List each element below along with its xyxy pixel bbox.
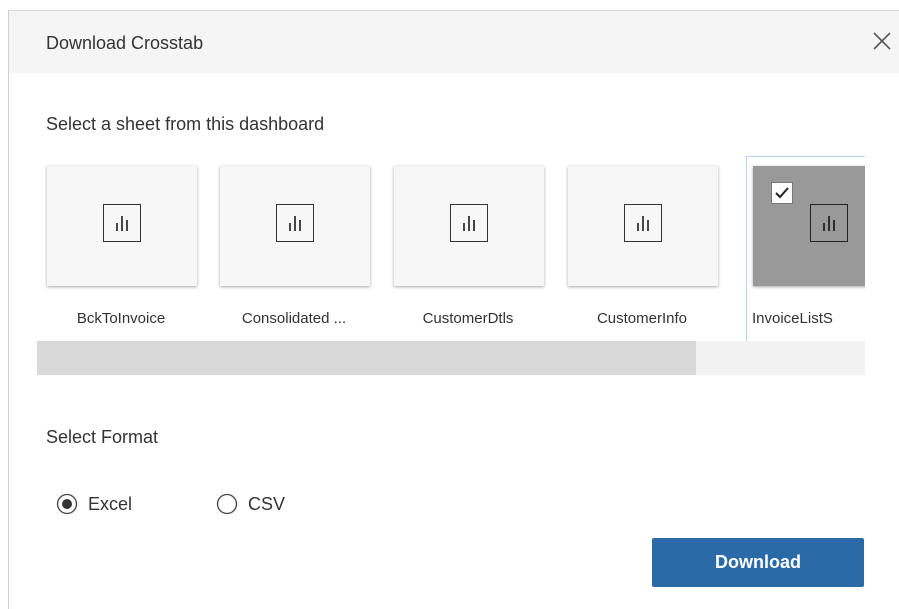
format-option-excel[interactable]: Excel [56, 493, 132, 515]
sheet-label: CustomerInfo [596, 310, 688, 327]
bar-chart-icon [276, 204, 314, 242]
sheet-thumbnail[interactable] [394, 166, 544, 286]
sheet-label: BckToInvoice [76, 310, 166, 327]
scrollbar-thumb[interactable] [37, 341, 696, 375]
radio-unchecked-icon[interactable] [216, 493, 238, 515]
sheet-thumbnail[interactable] [568, 166, 718, 286]
sheet-item-consolidated[interactable]: Consolidated ... [210, 156, 370, 342]
format-option-csv[interactable]: CSV [216, 493, 285, 515]
sheet-label: Consolidated ... [241, 310, 347, 327]
close-icon[interactable] [869, 28, 895, 54]
sheet-thumbnail[interactable] [753, 166, 865, 286]
download-button[interactable]: Download [652, 538, 864, 587]
dialog-header: Download Crosstab [9, 11, 899, 73]
sheet-section-label: Select a sheet from this dashboard [46, 114, 325, 134]
dialog-title: Download Crosstab [46, 33, 204, 53]
bar-chart-icon [624, 204, 662, 242]
bar-chart-icon [103, 204, 141, 242]
bar-chart-icon [810, 204, 848, 242]
sheet-checkbox[interactable] [771, 182, 793, 204]
checkmark-icon [775, 187, 789, 199]
format-option-label: Excel [88, 493, 133, 514]
format-option-label: CSV [248, 493, 286, 514]
sheet-thumbnail[interactable] [47, 166, 197, 286]
sheet-label: InvoiceListS [752, 310, 833, 327]
sheet-thumbnail[interactable] [220, 166, 370, 286]
sheet-item-customerinfo[interactable]: CustomerInfo [558, 156, 718, 342]
bar-chart-icon [450, 204, 488, 242]
format-section-label: Select Format [46, 427, 159, 447]
sheet-item-bcktoinvoice[interactable]: BckToInvoice [37, 156, 197, 342]
sheet-scrollbar[interactable] [37, 341, 865, 375]
radio-checked-icon[interactable] [56, 493, 78, 515]
sheet-item-invoicelists[interactable]: InvoiceListS [746, 156, 865, 342]
sheet-label: CustomerDtls [422, 310, 514, 327]
sheet-item-customerdtls[interactable]: CustomerDtls [384, 156, 544, 342]
